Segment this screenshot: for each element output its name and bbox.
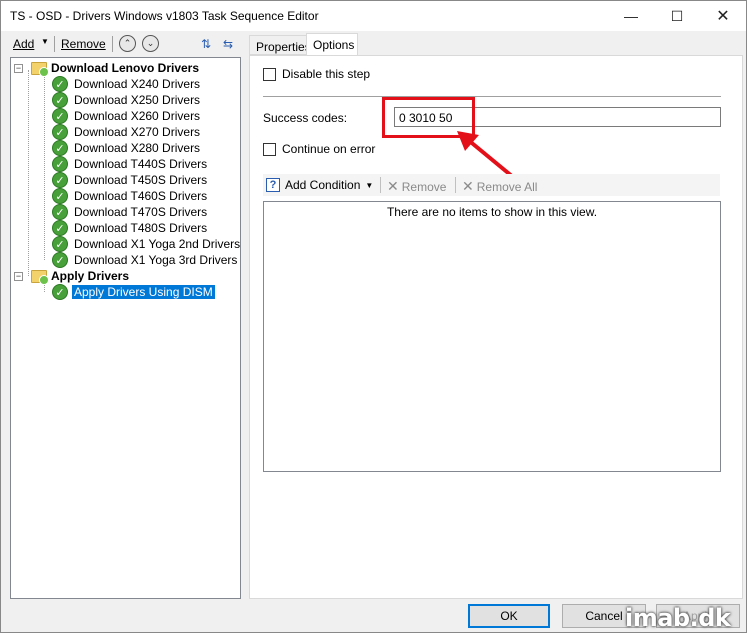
remove-condition-button[interactable]: ✕ Remove (387, 178, 446, 195)
success-check-icon: ✓ (52, 76, 68, 92)
conditions-toolbar: ? Add Condition ▼ ✕ Remove ✕ Remove All (263, 174, 720, 196)
checkbox-box[interactable] (263, 142, 276, 156)
tree-item[interactable]: ✓ Download X250 Drivers (52, 92, 202, 108)
empty-list-message: There are no items to show in this view. (386, 205, 598, 219)
collapse-toggle-icon[interactable]: − (14, 271, 23, 281)
remove-condition-label: Remove (401, 179, 447, 194)
collapse-toggle-icon[interactable]: − (14, 63, 23, 73)
close-icon: ✕ (462, 178, 474, 194)
tree-group-label: Apply Drivers (51, 269, 130, 283)
success-check-icon: ✓ (52, 140, 68, 156)
help-icon: ? (266, 178, 280, 192)
success-check-icon: ✓ (52, 108, 68, 124)
tab-properties[interactable]: Properties (249, 35, 311, 55)
continue-on-error-label: Continue on error (282, 142, 376, 156)
add-condition-label: Add Condition (285, 178, 361, 192)
chevron-down-icon[interactable]: ▼ (41, 37, 49, 46)
tree-group-download-lenovo-drivers[interactable]: − Download Lenovo Drivers (14, 60, 200, 77)
maximize-button[interactable]: ☐ (654, 1, 700, 31)
tree-item-label: Download X1 Yoga 2nd Drivers (74, 237, 241, 251)
success-check-icon: ✓ (52, 188, 68, 204)
group-folder-icon (31, 269, 49, 285)
close-button[interactable]: ✕ (700, 1, 746, 31)
tree-item[interactable]: ✓ Download T450S Drivers (52, 172, 209, 188)
success-check-icon: ✓ (52, 92, 68, 108)
move-down-icon[interactable]: ⌄ (142, 35, 159, 52)
tree-item-label: Download X240 Drivers (74, 77, 201, 91)
tree-item-label: Download T480S Drivers (74, 221, 208, 235)
tree-item[interactable]: ✓ Download X260 Drivers (52, 108, 202, 124)
add-menu-button[interactable]: Add (13, 37, 34, 51)
tree-item[interactable]: ✓ Download T480S Drivers (52, 220, 209, 236)
success-check-icon: ✓ (52, 124, 68, 140)
tree-item[interactable]: ✓ Download T460S Drivers (52, 188, 209, 204)
disable-step-label: Disable this step (282, 67, 371, 81)
tree-toolbar: Add ▼ Remove ⌃ ⌄ ⇅ ⇆ (5, 33, 241, 55)
window-title: TS - OSD - Drivers Windows v1803 Task Se… (10, 9, 319, 23)
toolbar-divider (112, 36, 113, 52)
tree-item-label: Download X260 Drivers (74, 109, 201, 123)
tree-item[interactable]: ✓ Download T470S Drivers (52, 204, 209, 220)
tree-item-label: Download T450S Drivers (74, 173, 208, 187)
tree-item-label: Download T440S Drivers (74, 157, 208, 171)
ok-button[interactable]: OK (468, 604, 550, 628)
group-folder-icon (31, 61, 49, 77)
success-check-icon: ✓ (52, 284, 68, 300)
title-bar: TS - OSD - Drivers Windows v1803 Task Se… (1, 1, 746, 31)
task-sequence-editor-window: TS - OSD - Drivers Windows v1803 Task Se… (0, 0, 747, 633)
tree-item-label: Download T470S Drivers (74, 205, 208, 219)
tree-item[interactable]: ✓ Download X270 Drivers (52, 124, 202, 140)
tree-connector (28, 70, 29, 276)
tree-group-label: Download Lenovo Drivers (51, 61, 200, 75)
tree-item-label: Download X280 Drivers (74, 141, 201, 155)
tree-item-label: Apply Drivers Using DISM (72, 285, 215, 299)
success-check-icon: ✓ (52, 252, 68, 268)
checkbox-box[interactable] (263, 67, 276, 81)
tree-item-label: Download X1 Yoga 3rd Drivers (74, 253, 238, 267)
tree-item[interactable]: ✓ Download X280 Drivers (52, 140, 202, 156)
success-check-icon: ✓ (52, 236, 68, 252)
tree-item[interactable]: ✓ Download T440S Drivers (52, 156, 209, 172)
collapse-all-icon[interactable]: ⇆ (219, 35, 237, 53)
add-condition-button[interactable]: ? Add Condition ▼ (266, 178, 373, 192)
tree-group-apply-drivers[interactable]: − Apply Drivers (14, 268, 130, 285)
toolbar-divider (455, 177, 456, 193)
toolbar-divider (54, 36, 55, 52)
move-up-icon[interactable]: ⌃ (119, 35, 136, 52)
tree-item-label: Download T460S Drivers (74, 189, 208, 203)
tree-item-label: Download X250 Drivers (74, 93, 201, 107)
tree-item-label: Download X270 Drivers (74, 125, 201, 139)
conditions-list[interactable]: There are no items to show in this view. (263, 201, 721, 472)
success-codes-label: Success codes: (263, 111, 348, 125)
remove-all-label: Remove All (476, 179, 538, 194)
tab-options[interactable]: Options (306, 33, 358, 56)
tree-item[interactable]: ✓ Download X1 Yoga 2nd Drivers (52, 236, 241, 252)
success-check-icon: ✓ (52, 156, 68, 172)
continue-on-error-checkbox[interactable]: Continue on error (263, 142, 375, 156)
watermark-logo: imab.dk (625, 604, 731, 632)
success-check-icon: ✓ (52, 172, 68, 188)
tree-item[interactable]: ✓ Download X1 Yoga 3rd Drivers (52, 252, 239, 268)
chevron-down-icon: ▼ (365, 180, 374, 190)
minimize-button[interactable]: — (608, 1, 654, 31)
toolbar-divider (380, 177, 381, 193)
task-sequence-tree[interactable]: − Download Lenovo Drivers ✓ Download X240… (10, 57, 241, 599)
remove-all-conditions-button[interactable]: ✕ Remove All (462, 178, 537, 195)
remove-button[interactable]: Remove (61, 37, 106, 51)
expand-all-icon[interactable]: ⇅ (197, 35, 215, 53)
tree-connector (44, 70, 45, 260)
disable-step-checkbox[interactable]: Disable this step (263, 67, 370, 81)
success-check-icon: ✓ (52, 220, 68, 236)
tree-item[interactable]: ✓ Download X240 Drivers (52, 76, 202, 92)
success-check-icon: ✓ (52, 204, 68, 220)
close-icon: ✕ (387, 178, 399, 194)
section-divider (263, 96, 721, 97)
tree-item-selected[interactable]: ✓ Apply Drivers Using DISM (52, 284, 215, 300)
